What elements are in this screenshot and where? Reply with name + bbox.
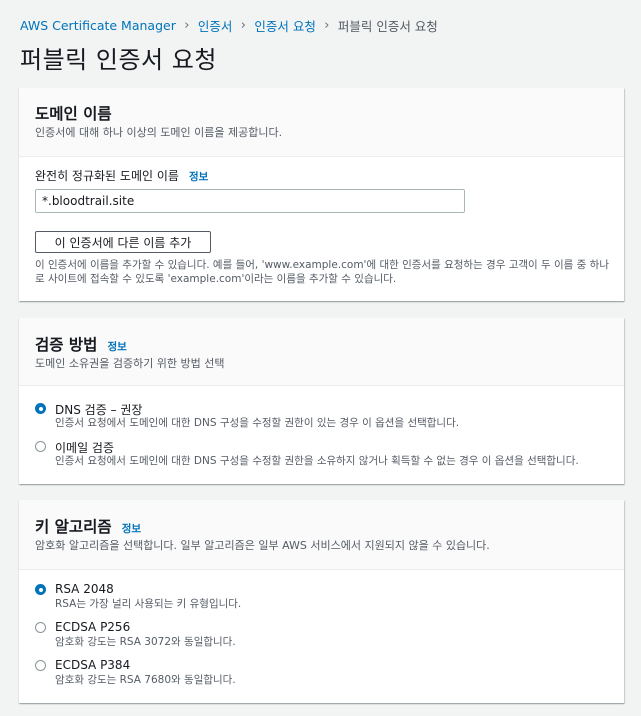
validation-method-header: 검증 방법 정보 도메인 소유권을 검증하기 위한 방법 선택	[19, 318, 624, 386]
key-algorithm-title-text: 키 알고리즘	[35, 518, 112, 536]
key-algorithm-description: 암호화 알고리즘을 선택합니다. 일부 알고리즘은 일부 AWS 서비스에서 지…	[35, 539, 490, 552]
ecdsa-p384-label: ECDSA P384	[55, 658, 131, 672]
ecdsa-p256-label: ECDSA P256	[55, 620, 131, 634]
add-name-help-text: 이 인증서에 이름을 추가할 수 있습니다. 예를 들어, 'www.examp…	[35, 259, 610, 285]
validation-method-title-text: 검증 방법	[35, 336, 98, 354]
validation-method-description: 도메인 소유권을 검증하기 위한 방법 선택	[35, 357, 225, 370]
fqdn-info-link[interactable]: 정보	[189, 169, 208, 184]
chevron-right-icon: ›	[184, 18, 190, 33]
key-algorithm-panel: 키 알고리즘 정보 암호화 알고리즘을 선택합니다. 일부 알고리즘은 일부 A…	[19, 500, 624, 703]
dns-validation-description: 인증서 요청에서 도메인에 대한 DNS 구성을 수정할 권한이 있는 경우 이…	[55, 417, 460, 429]
add-another-name-button[interactable]: 이 인증서에 다른 이름 추가	[35, 231, 211, 253]
email-validation-description: 인증서 요청에서 도메인에 대한 DNS 구성을 수정할 권한을 소유하지 않거…	[55, 455, 579, 467]
ecdsa-p384-radio[interactable]	[35, 660, 46, 671]
domain-names-description: 인증서에 대해 하나 이상의 도메인 이름을 제공합니다.	[35, 126, 283, 139]
validation-info-link[interactable]: 정보	[107, 339, 126, 354]
validation-method-panel: 검증 방법 정보 도메인 소유권을 검증하기 위한 방법 선택 DNS 검증 –…	[19, 318, 624, 484]
domain-names-title: 도메인 이름	[35, 105, 112, 123]
dns-validation-radio[interactable]	[35, 403, 46, 414]
breadcrumb-item-request-certificate[interactable]: 인증서 요청	[254, 16, 315, 35]
fqdn-field-label: 완전히 정규화된 도메인 이름 정보	[35, 167, 208, 184]
email-validation-radio[interactable]	[35, 441, 46, 452]
fqdn-input[interactable]	[35, 189, 465, 213]
fqdn-label-text: 완전히 정규화된 도메인 이름	[35, 169, 179, 183]
rsa-2048-label: RSA 2048	[55, 582, 114, 596]
key-algorithm-header: 키 알고리즘 정보 암호화 알고리즘을 선택합니다. 일부 알고리즘은 일부 A…	[19, 500, 624, 570]
page-title: 퍼블릭 인증서 요청	[20, 46, 217, 74]
domain-names-header: 도메인 이름 인증서에 대해 하나 이상의 도메인 이름을 제공합니다.	[19, 88, 624, 157]
breadcrumb: AWS Certificate Manager › 인증서 › 인증서 요청 ›…	[20, 16, 438, 35]
chevron-right-icon: ›	[240, 18, 246, 33]
rsa-2048-description: RSA는 가장 널리 사용되는 키 유형입니다.	[55, 598, 242, 610]
breadcrumb-item-certificates[interactable]: 인증서	[198, 16, 233, 35]
key-algorithm-title: 키 알고리즘 정보	[35, 515, 141, 537]
rsa-2048-radio[interactable]	[35, 584, 46, 595]
breadcrumb-item-current: 퍼블릭 인증서 요청	[337, 19, 438, 34]
key-algorithm-info-link[interactable]: 정보	[122, 521, 141, 536]
breadcrumb-item-acm[interactable]: AWS Certificate Manager	[20, 18, 176, 33]
ecdsa-p256-description: 암호화 강도는 RSA 3072와 동일합니다.	[55, 636, 236, 648]
ecdsa-p256-radio[interactable]	[35, 622, 46, 633]
chevron-right-icon: ›	[324, 18, 330, 33]
domain-names-panel: 도메인 이름 인증서에 대해 하나 이상의 도메인 이름을 제공합니다. 완전히…	[19, 88, 624, 301]
ecdsa-p384-description: 암호화 강도는 RSA 7680와 동일합니다.	[55, 674, 236, 686]
validation-method-title: 검증 방법 정보	[35, 333, 127, 355]
